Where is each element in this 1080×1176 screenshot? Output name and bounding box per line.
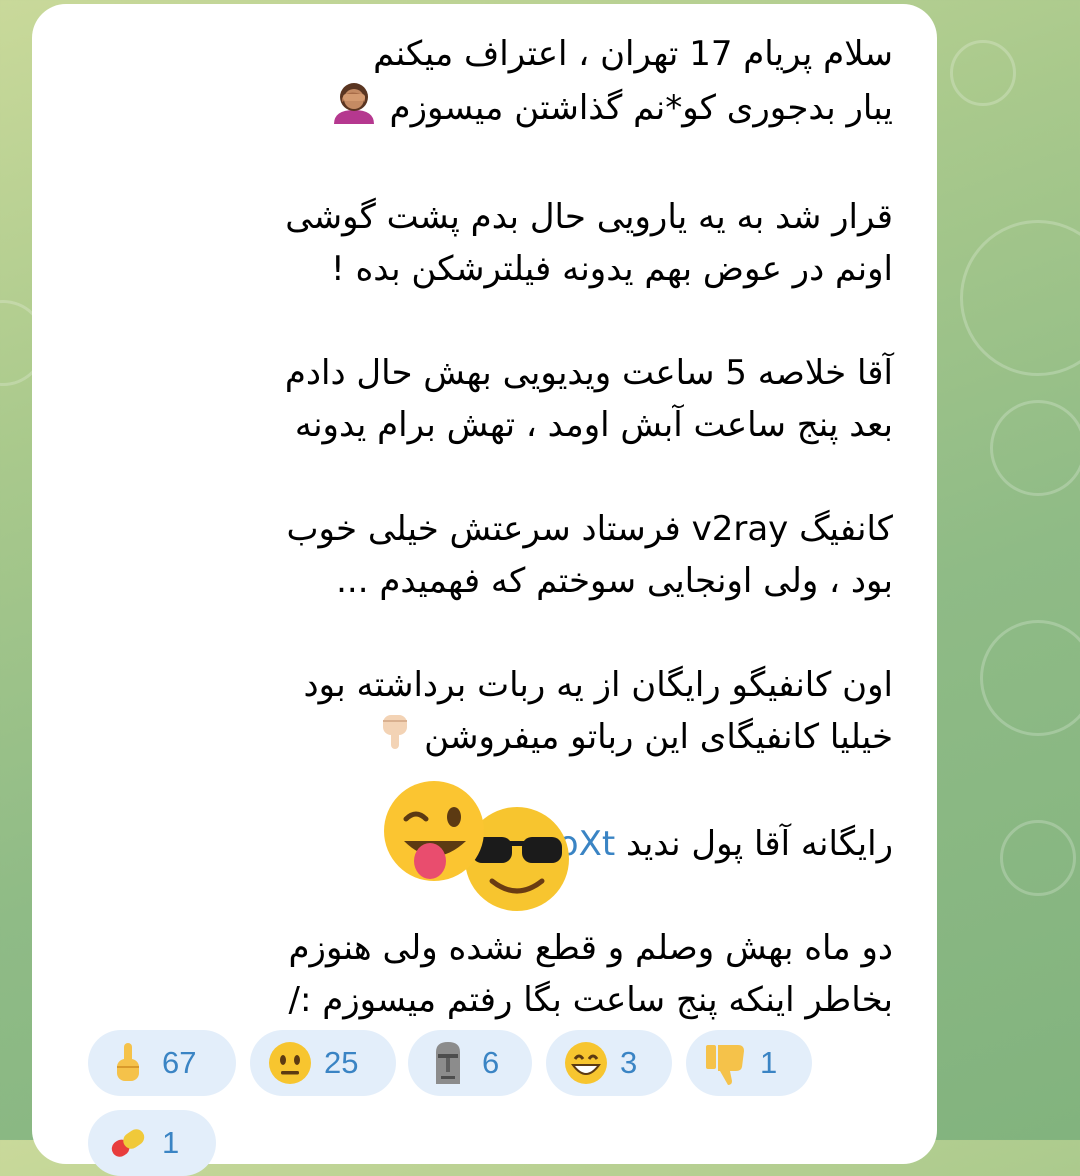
reaction-button[interactable]: 67: [88, 1030, 236, 1096]
link-prefix-text: رایگانه آقا پول ندید: [626, 824, 893, 864]
message-bubble[interactable]: سلام پریام 17 تهران ، اعتراف میکنم یبار …: [32, 4, 937, 1176]
reaction-button[interactable]: 6: [408, 1030, 532, 1096]
middle-finger-icon: [106, 1041, 150, 1085]
message-paragraph: آقا خلاصه 5 ساعت ویدیویی بهش حال دادم بع…: [173, 347, 893, 451]
background-doodle: [990, 400, 1080, 496]
woman-facepalming-icon: [329, 80, 379, 139]
reaction-count: 3: [620, 1045, 638, 1080]
message-line: اونم در عوض بهم یدونه فیلترشکن بده !: [331, 249, 893, 289]
message-paragraph: اون کانفیگو رایگان از یه ربات برداشته بو…: [173, 659, 894, 766]
backhand-index-pointing-down-icon: [377, 711, 413, 766]
reaction-count: 1: [760, 1045, 778, 1080]
reaction-count: 67: [162, 1045, 197, 1080]
neutral-face-icon: [268, 1041, 312, 1085]
reaction-button[interactable]: 1: [686, 1030, 812, 1096]
reaction-count: 1: [162, 1125, 180, 1160]
message-line: اون کانفیگو رایگان از یه ربات برداشته بو…: [303, 665, 894, 705]
sticker-overlay: [382, 779, 582, 919]
background-doodle: [980, 620, 1080, 736]
thumbs-down-icon: [704, 1041, 748, 1085]
message-line: آقا خلاصه 5 ساعت ویدیویی بهش حال دادم: [284, 353, 893, 393]
winking-face-with-tongue-icon: [384, 781, 484, 881]
message-line: خیلیا کانفیگای این رباتو میفروشن: [173, 711, 893, 766]
grinning-face-icon: [564, 1041, 608, 1085]
message-line: سلام پریام 17 تهران ، اعتراف میکنم: [373, 34, 893, 74]
message-line: دو ماه بهش وصلم و قطع نشده ولی هنوزم: [288, 928, 893, 968]
message-line: بعد پنج ساعت آبش اومد ، تهش برام یدونه: [294, 405, 893, 445]
message-line-text: خیلیا کانفیگای این رباتو میفروشن: [424, 717, 893, 757]
message-paragraph: سلام پریام 17 تهران ، اعتراف میکنم یبار …: [173, 28, 893, 139]
reaction-count: 25: [324, 1045, 359, 1080]
reaction-button[interactable]: 25: [250, 1030, 396, 1096]
message-line: بود ، ولی اونجایی سوختم که فهمیدم ...: [336, 561, 893, 601]
background-doodle: [950, 40, 1016, 106]
reaction-button[interactable]: 1: [88, 1110, 216, 1176]
message-paragraph: قرار شد به یه یارویی حال بدم پشت گوشی او…: [173, 191, 893, 295]
pill-icon: [106, 1121, 150, 1165]
reaction-count: 6: [482, 1045, 500, 1080]
message-line: بخاطر اینکه پنج ساعت بگا رفتم میسوزم :/: [288, 980, 893, 1020]
message-line: یبار بدجوری کو*نم گذاشتن میسوزم: [173, 80, 893, 139]
message-line: قرار شد به یه یارویی حال بدم پشت گوشی: [285, 197, 893, 237]
background-doodle: [1000, 820, 1076, 896]
background-doodle: [960, 220, 1080, 376]
message-paragraph: کانفیگ v2ray فرستاد سرعتش خیلی خوب بود ،…: [173, 503, 893, 607]
message-line: کانفیگ v2ray فرستاد سرعتش خیلی خوب: [286, 509, 893, 549]
reaction-button[interactable]: 3: [546, 1030, 672, 1096]
moai-icon: [426, 1041, 470, 1085]
message-line-text: یبار بدجوری کو*نم گذاشتن میسوزم: [389, 88, 893, 128]
message-paragraph: دو ماه بهش وصلم و قطع نشده ولی هنوزم بخا…: [173, 922, 893, 1026]
